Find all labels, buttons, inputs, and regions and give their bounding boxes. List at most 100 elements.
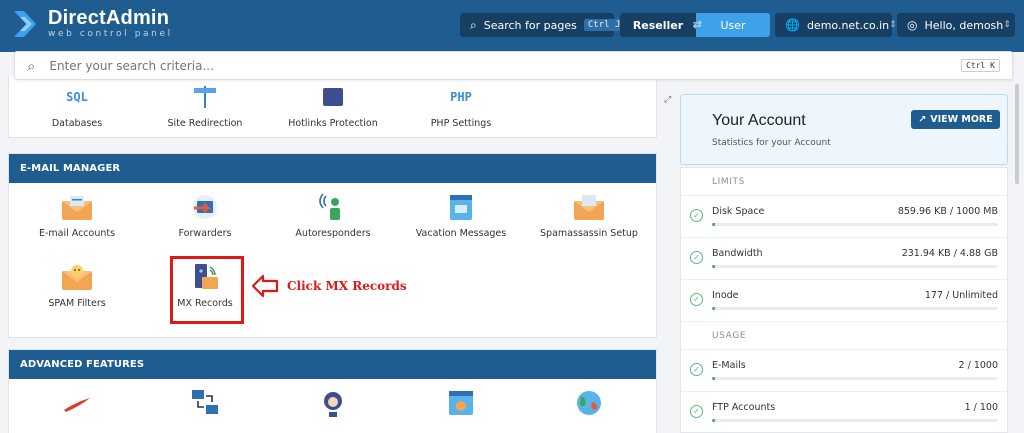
features-panel-top: SQL Databases Site Redirection Hotlinks …: [8, 76, 657, 138]
sql-database-icon: SQL: [66, 90, 88, 104]
your-account-card: Your Account Statistics for your Account…: [680, 94, 1008, 165]
role-reseller-label: Reseller: [632, 18, 684, 32]
envelope-icon: [60, 192, 94, 222]
tile-site-redirection[interactable]: Site Redirection: [145, 82, 265, 129]
search-icon: ⌕: [470, 17, 477, 32]
progress-bar: [712, 223, 998, 226]
feather-icon: [60, 388, 94, 418]
progress-bar: [712, 419, 998, 422]
stat-row-inode: ✓ Inode 177 / Unlimited: [681, 280, 1007, 322]
page-scrollbar[interactable]: [1015, 84, 1019, 184]
forward-mail-icon: [188, 192, 222, 222]
stat-name: Bandwidth: [712, 248, 763, 259]
chevron-updown-icon: ⇕: [1003, 20, 1011, 30]
stat-row-ftp-accounts: ✓ FTP Accounts 1 / 100: [681, 392, 1007, 433]
user-circle-icon: ◎: [907, 18, 918, 32]
tile-email-accounts[interactable]: E-mail Accounts: [17, 192, 137, 239]
account-title: Your Account: [712, 112, 806, 129]
search-input[interactable]: [49, 58, 962, 73]
tile-label: Site Redirection: [167, 118, 243, 129]
tile-label: Vacation Messages: [415, 228, 507, 239]
account-subtitle: Statistics for your Account: [712, 138, 831, 148]
tile-spam-filters[interactable]: SPAM Filters: [17, 262, 137, 309]
signpost-icon: [188, 82, 222, 112]
limits-section-label: LIMITS: [681, 168, 1007, 196]
spam-mail-icon: [572, 192, 606, 222]
search-input-shortcut: Ctrl K: [961, 59, 1000, 72]
tile-label: Spamassassin Setup: [540, 228, 638, 239]
greeting-label: Hello, demosh: [924, 18, 1004, 32]
mx-records-highlight-box: [170, 256, 244, 324]
advanced-features-panel: ADVANCED FEATURES: [8, 349, 657, 433]
tile-advanced-support[interactable]: [273, 388, 393, 418]
tile-label: Databases: [51, 118, 103, 129]
check-circle-icon: ✓: [690, 405, 703, 418]
account-statistics: LIMITS ✓ Disk Space 859.96 KB / 1000 MB …: [680, 167, 1008, 433]
user-menu[interactable]: ◎ Hello, demosh ⇕: [897, 13, 1015, 37]
error-page-icon: [444, 388, 478, 418]
search-pages-label: Search for pages: [483, 18, 577, 32]
logo-chevron-icon: [14, 10, 36, 37]
spam-filter-icon: [60, 262, 94, 292]
tile-advanced-network[interactable]: [145, 388, 265, 418]
view-more-button[interactable]: ↗ VIEW MORE: [911, 110, 1000, 129]
tile-advanced-globe[interactable]: [529, 388, 649, 418]
search-icon: ⌕: [27, 56, 36, 75]
tile-spamassassin-setup[interactable]: Spamassassin Setup: [529, 192, 649, 239]
stat-row-emails: ✓ E-Mails 2 / 1000: [681, 350, 1007, 392]
role-user-tab[interactable]: User: [696, 13, 770, 37]
collapse-sidebar-icon[interactable]: ⤢: [664, 95, 671, 105]
tile-hotlinks-protection[interactable]: Hotlinks Protection: [273, 82, 393, 129]
search-pages-button[interactable]: ⌕ Search for pages Ctrl J: [460, 13, 625, 37]
brand-subtitle: web control panel: [48, 29, 173, 39]
role-switch[interactable]: Reseller ⇄ User: [620, 13, 770, 37]
usage-section-label: USAGE: [681, 322, 1007, 350]
search-bar: ⌕ Ctrl K: [14, 51, 1013, 80]
tile-label: PHP Settings: [430, 118, 492, 129]
tile-label: SPAM Filters: [48, 298, 106, 309]
shield-link-icon: [316, 82, 350, 112]
progress-bar: [712, 265, 998, 268]
role-reseller-tab[interactable]: Reseller ⇄: [620, 13, 702, 37]
stat-name: FTP Accounts: [712, 402, 776, 413]
domain-selector[interactable]: 🌐 demo.net.co.in ⇕: [775, 13, 897, 37]
check-circle-icon: ✓: [690, 363, 703, 376]
check-circle-icon: ✓: [690, 251, 703, 264]
check-circle-icon: ✓: [690, 209, 703, 222]
globe-icon: 🌐: [785, 18, 800, 32]
advanced-features-title: ADVANCED FEATURES: [9, 350, 656, 379]
stat-name: Inode: [712, 290, 739, 301]
tile-vacation-messages[interactable]: Vacation Messages: [401, 192, 521, 239]
tile-label: Forwarders: [178, 228, 232, 239]
stat-row-bandwidth: ✓ Bandwidth 231.94 KB / 4.88 GB: [681, 238, 1007, 280]
chevron-updown-icon: ⇕: [889, 20, 897, 30]
tile-databases[interactable]: SQL Databases: [17, 82, 137, 129]
tile-forwarders[interactable]: Forwarders: [145, 192, 265, 239]
external-link-icon: ↗: [918, 114, 927, 125]
tile-autoresponders[interactable]: Autoresponders: [273, 192, 393, 239]
progress-bar: [712, 307, 998, 310]
network-monitors-icon: [188, 388, 222, 418]
tile-label: Hotlinks Protection: [288, 118, 378, 129]
autoresponder-icon: [316, 192, 350, 222]
email-manager-panel: E-MAIL MANAGER E-mail Accounts Forwarder…: [8, 153, 657, 338]
stat-value: 177 / Unlimited: [924, 290, 998, 301]
annotation-text: Click MX Records: [287, 279, 407, 293]
brand-title: DirectAdmin: [48, 7, 170, 29]
annotation-callout: Click MX Records: [251, 274, 407, 298]
tile-label: Autoresponders: [295, 228, 371, 239]
tile-php-settings[interactable]: PHP PHP Settings: [401, 82, 521, 129]
stat-name: E-Mails: [712, 360, 746, 371]
tile-advanced-apache[interactable]: [17, 388, 137, 418]
tile-advanced-error-pages[interactable]: [401, 388, 521, 418]
stat-name: Disk Space: [712, 206, 765, 217]
directadmin-logo[interactable]: DirectAdmin web control panel: [14, 8, 173, 39]
stat-value: 859.96 KB / 1000 MB: [897, 206, 998, 217]
role-user-label: User: [720, 18, 746, 32]
vacation-calendar-icon: [444, 192, 478, 222]
view-more-label: VIEW MORE: [930, 114, 993, 125]
stat-value: 2 / 1000: [958, 360, 998, 371]
check-circle-icon: ✓: [690, 293, 703, 306]
progress-bar: [712, 377, 998, 380]
stat-value: 231.94 KB / 4.88 GB: [901, 248, 998, 259]
